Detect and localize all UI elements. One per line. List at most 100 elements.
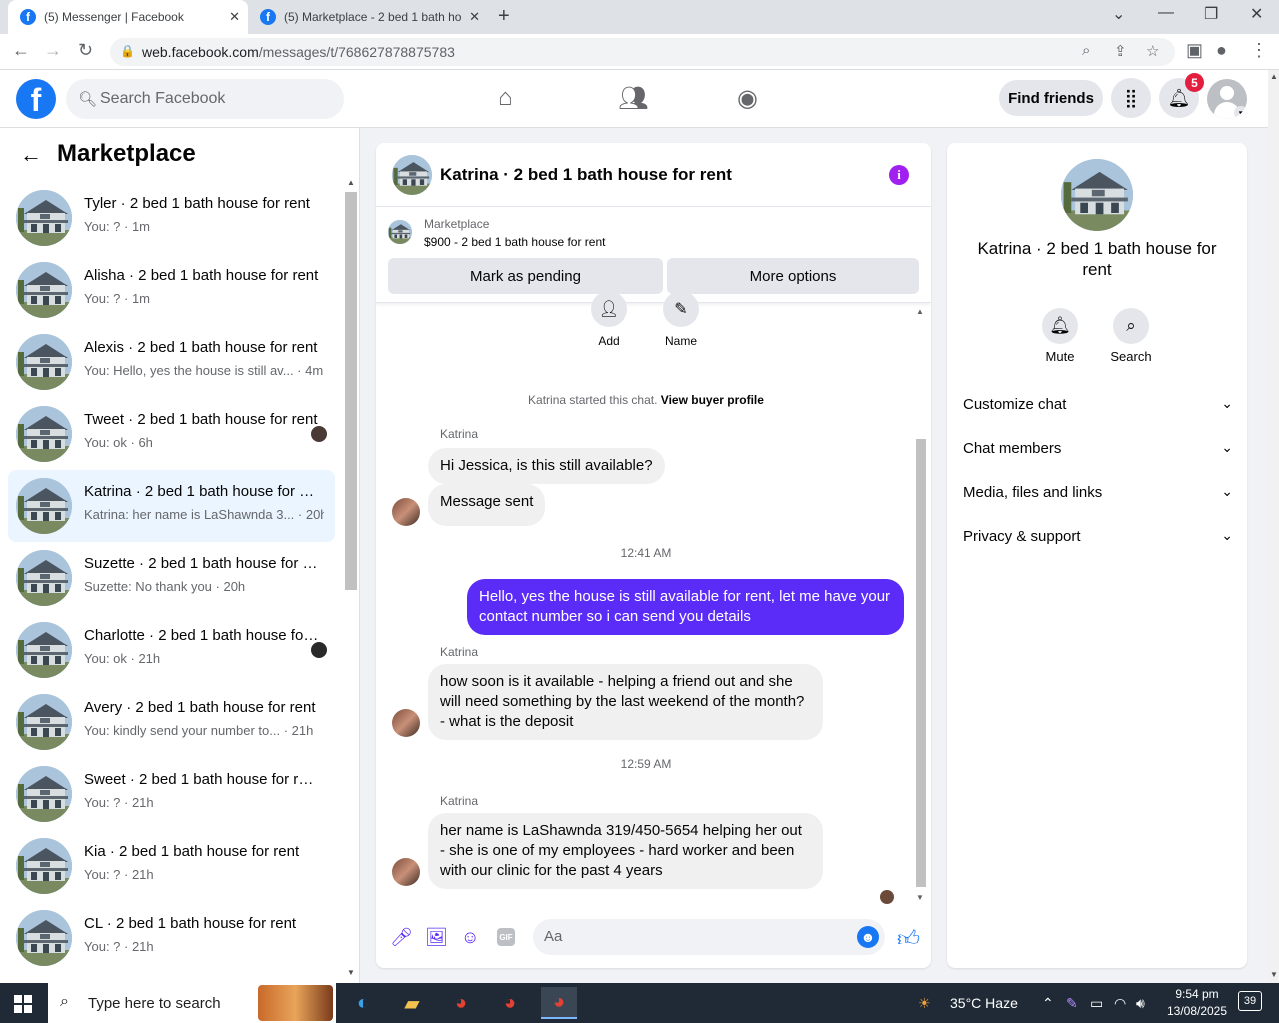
avatar[interactable] <box>392 498 420 526</box>
thread-scrollbar[interactable]: ▲ ▼ <box>914 307 928 905</box>
listing-thumbnail[interactable] <box>392 155 432 195</box>
page-scrollbar[interactable]: ▲ ▼ <box>1268 70 1279 983</box>
chrome-active-icon[interactable]: ◕ <box>541 987 577 1019</box>
account-avatar[interactable]: ▾ <box>1207 79 1247 119</box>
conversation-item[interactable]: Katrina · 2 bed 1 bath house for rent Kat… <box>8 470 335 542</box>
message-bubble-incoming[interactable]: how soon is it available - helping a fri… <box>428 664 823 740</box>
message-bubble-incoming[interactable]: Hi Jessica, is this still available? <box>428 448 665 484</box>
restore-icon[interactable]: ❐ <box>1204 4 1218 24</box>
notification-center-badge[interactable]: 39 <box>1238 991 1262 1011</box>
conversation-list-scrollbar[interactable]: ▲ ▼ <box>345 178 357 982</box>
clock[interactable]: 9:54 pm 13/08/2025 <box>1160 986 1234 1020</box>
timestamp: 12:59 AM <box>620 757 672 771</box>
seen-indicator-avatar <box>311 426 327 442</box>
page-title: Marketplace <box>57 140 196 167</box>
search-icon[interactable]: ⌕ <box>1113 308 1149 344</box>
forward-icon[interactable]: → <box>44 40 62 61</box>
tab-search-chevron-icon[interactable]: ⌄ <box>1112 4 1125 24</box>
conversation-name: Tweet · 2 bed 1 bath house for rent <box>84 411 318 428</box>
media-files-links-section[interactable]: Media, files and links ⌄ <box>963 473 1233 513</box>
side-panel-icon[interactable]: ▣ <box>1186 40 1203 61</box>
photo-icon[interactable]: 🖼︎ <box>425 927 448 948</box>
avatar[interactable] <box>392 709 420 737</box>
friends-icon[interactable]: 👥︎ <box>618 84 648 113</box>
search-icon: 🔍︎ <box>78 91 98 108</box>
menu-kebab-icon[interactable]: ⋮ <box>1250 40 1268 61</box>
listing-price[interactable]: $900 - 2 bed 1 bath house for rent <box>424 235 605 249</box>
share-icon[interactable]: ⇪ <box>1114 42 1127 60</box>
profile-icon[interactable]: ● <box>1216 40 1227 61</box>
minimize-icon[interactable]: — <box>1158 4 1174 22</box>
meet-icon[interactable]: ▭ <box>1090 995 1103 1012</box>
message-bubble-incoming[interactable]: her name is LaShawnda 319/450-5654 helpi… <box>428 813 823 889</box>
conversation-item[interactable]: Charlotte · 2 bed 1 bath house for rent Y… <box>8 614 335 686</box>
conversation-item[interactable]: Sweet · 2 bed 1 bath house for rent You: … <box>8 758 335 830</box>
gif-icon[interactable]: GIF <box>497 928 515 946</box>
chevron-up-icon[interactable]: ⌃ <box>1042 995 1054 1012</box>
windows-start-icon[interactable] <box>14 995 32 1013</box>
back-arrow-icon[interactable]: ← <box>20 142 42 168</box>
conversation-item[interactable]: Alexis · 2 bed 1 bath house for rent You:… <box>8 326 335 398</box>
microphone-icon[interactable]: 🎤︎ <box>390 927 413 948</box>
conversation-item[interactable]: Kia · 2 bed 1 bath house for rent You: ? … <box>8 830 335 902</box>
view-buyer-profile-link[interactable]: View buyer profile <box>661 393 764 407</box>
sender-name: Katrina <box>440 794 479 808</box>
mute-bell-icon[interactable]: 🔔︎ <box>1042 308 1078 344</box>
privacy-support-section[interactable]: Privacy & support ⌄ <box>963 517 1233 557</box>
tab-marketplace[interactable]: f (5) Marketplace - 2 bed 1 bath ho ✕ <box>248 0 488 34</box>
conversation-item[interactable]: Avery · 2 bed 1 bath house for rent You: … <box>8 686 335 758</box>
menu-grid-icon[interactable]: ⣿ <box>1111 78 1151 118</box>
emoji-icon[interactable]: ☻ <box>857 926 879 948</box>
add-person-icon[interactable]: 👤︎ <box>591 291 627 327</box>
edit-name-icon[interactable]: ✎ <box>663 291 699 327</box>
more-options-button[interactable]: More options <box>667 258 919 294</box>
zoom-search-icon[interactable]: ⌕ <box>1082 42 1090 59</box>
weather-icon[interactable]: ☀ <box>918 995 931 1012</box>
conversation-item[interactable]: CL · 2 bed 1 bath house for rent You: ? ·… <box>8 902 335 974</box>
avatar[interactable] <box>392 858 420 886</box>
conversation-item[interactable]: Alisha · 2 bed 1 bath house for rent You:… <box>8 254 335 326</box>
chevron-down-icon: ⌄ <box>1221 483 1233 499</box>
chrome-profile-icon[interactable]: ◕ <box>492 987 528 1019</box>
tab-messenger[interactable]: f (5) Messenger | Facebook ✕ <box>8 0 248 34</box>
find-friends-button[interactable]: Find friends <box>999 80 1103 116</box>
chrome-icon[interactable]: ◕ <box>443 987 479 1019</box>
search-input[interactable]: 🔍︎ Search Facebook <box>66 79 344 119</box>
message-input[interactable]: Aa ☻ <box>533 919 885 955</box>
facebook-logo-icon[interactable]: f <box>16 79 56 119</box>
groups-icon[interactable]: ◉ <box>737 84 758 113</box>
volume-icon[interactable]: 🔊︎ <box>1136 995 1145 1012</box>
chat-members-section[interactable]: Chat members ⌄ <box>963 429 1233 469</box>
reload-icon[interactable]: ↻ <box>78 40 93 61</box>
pen-icon[interactable]: ✎ <box>1066 995 1078 1012</box>
listing-thumbnail[interactable] <box>1061 159 1133 231</box>
search-icon: ⌕ <box>60 993 69 1010</box>
bookmark-star-icon[interactable]: ☆ <box>1146 42 1159 60</box>
listing-thumbnail[interactable] <box>388 220 412 244</box>
wifi-icon[interactable]: ◠ <box>1114 995 1126 1012</box>
conversation-item[interactable]: Tyler · 2 bed 1 bath house for rent You: … <box>8 182 335 254</box>
edge-icon[interactable]: ◐ <box>345 987 381 1019</box>
conversation-item[interactable]: Suzette · 2 bed 1 bath house for rent Suz… <box>8 542 335 614</box>
home-icon[interactable]: ⌂ <box>498 84 513 112</box>
chat-title[interactable]: Katrina · 2 bed 1 bath house for rent <box>440 165 732 185</box>
back-icon[interactable]: ← <box>12 40 30 61</box>
close-tab-icon[interactable]: ✕ <box>469 9 480 25</box>
message-bubble-outgoing[interactable]: Hello, yes the house is still available … <box>467 579 904 635</box>
mark-as-pending-button[interactable]: Mark as pending <box>388 258 663 294</box>
lock-icon[interactable]: 🔒 <box>120 44 135 58</box>
url-input[interactable]: 🔒 web.facebook.com/messages/t/7686278788… <box>110 38 1175 66</box>
taskbar-search-input[interactable]: ⌕ Type here to search <box>48 983 336 1023</box>
weather-text[interactable]: 35°C Haze <box>950 995 1018 1011</box>
thumbs-up-icon[interactable]: 👍︎ <box>897 925 920 952</box>
new-tab-icon[interactable]: + <box>498 5 510 28</box>
customize-chat-section[interactable]: Customize chat ⌄ <box>963 385 1233 425</box>
close-window-icon[interactable]: ✕ <box>1250 4 1263 24</box>
message-bubble-incoming[interactable]: Message sent <box>428 484 546 526</box>
file-explorer-icon[interactable]: ▰ <box>394 987 430 1019</box>
sticker-icon[interactable]: ☺ <box>461 927 479 948</box>
info-icon[interactable]: i <box>889 165 909 185</box>
windows-taskbar: ⌕ Type here to search ◐ ▰ ◕ ◕ ◕ ☀ 35°C H… <box>0 983 1279 1023</box>
conversation-item[interactable]: Tweet · 2 bed 1 bath house for rent You: … <box>8 398 335 470</box>
close-tab-icon[interactable]: ✕ <box>229 9 240 25</box>
